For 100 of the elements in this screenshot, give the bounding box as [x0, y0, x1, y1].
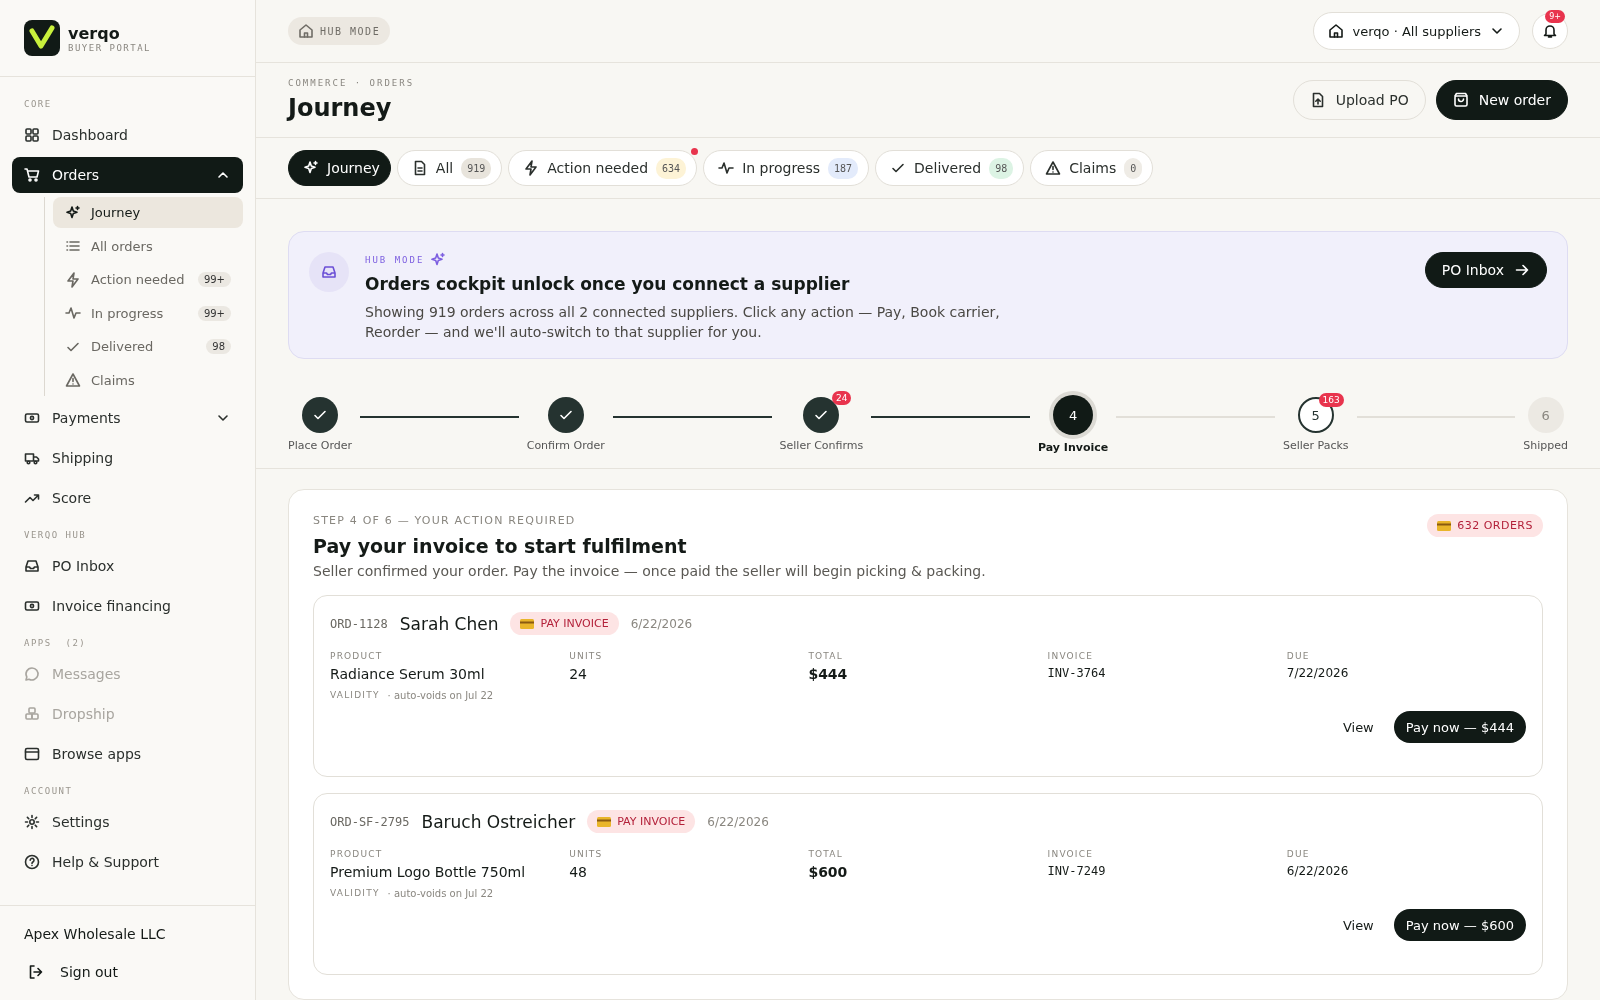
notifications-button[interactable]: 9+ — [1532, 13, 1568, 49]
chat-icon — [24, 665, 40, 682]
nav-item[interactable]: Shipping — [12, 439, 243, 476]
field-label: UNITS — [569, 849, 604, 859]
new-order-button[interactable]: New order — [1435, 80, 1568, 120]
sparkle-icon — [430, 252, 447, 268]
nav-item[interactable]: Payments — [12, 399, 243, 436]
pay-button[interactable]: Pay now — $600 — [1393, 909, 1526, 941]
credit-card-icon — [520, 618, 535, 629]
nav-item[interactable]: Invoice financing — [12, 587, 243, 624]
section-title: VERQO HUB — [23, 528, 88, 542]
inbox-icon — [24, 557, 40, 574]
validity-note: · auto-voids on Jul 22 — [387, 690, 494, 701]
order-date: 6/22/2026 — [707, 814, 769, 829]
nav-subitem[interactable]: All orders — [53, 230, 243, 262]
step-description: Seller confirmed your order. Pay the invoice — once paid the seller will begin picking & packing. — [313, 563, 986, 579]
step-label: Place Order — [288, 439, 352, 452]
grid-icon — [24, 127, 40, 143]
nav-item[interactable]: Browse apps — [12, 735, 243, 772]
section-title: APPS (2) — [23, 636, 88, 650]
window-icon — [24, 745, 40, 762]
supplier-dropdown[interactable]: verqo · All suppliers — [1313, 12, 1520, 50]
step-title: Pay your invoice to start fulfilment — [313, 535, 688, 557]
step-label: Shipped — [1523, 439, 1568, 452]
nav-item[interactable]: Score — [12, 479, 243, 516]
field-value: Premium Logo Bottle 750ml — [330, 864, 527, 880]
nav-item[interactable]: Help & Support — [12, 843, 243, 880]
field-value: 6/22/2026 — [1286, 864, 1350, 878]
field-label: TOTAL — [808, 849, 844, 859]
step-label: Pay Invoice — [1037, 441, 1109, 454]
banner-text: Showing 919 orders across all 2 connected suppliers. Click any action — Pay, Book carrier, Reorder — and we'll auto-switch to that supplier for you. — [365, 303, 1001, 343]
view-button[interactable]: View — [1334, 711, 1382, 743]
help-icon — [24, 853, 40, 870]
count-badge: 99+ — [197, 272, 231, 287]
nav-item[interactable]: Settings — [12, 803, 243, 840]
credit-card-icon — [1437, 520, 1452, 531]
pulse-icon — [65, 305, 81, 321]
validity-note: · auto-voids on Jul 22 — [387, 888, 494, 899]
count-badge: 99+ — [197, 305, 231, 321]
mode-badge: HUB MODE — [288, 17, 391, 45]
upload-button[interactable]: Upload PO — [1292, 80, 1426, 120]
order-id: ORD-1128 — [330, 616, 388, 631]
brand-subtitle: BUYER PORTAL — [68, 42, 152, 53]
bell-icon — [1542, 23, 1558, 39]
credit-card-icon — [597, 816, 612, 827]
count-badge: 98 — [206, 339, 231, 354]
field-value: Radiance Serum 30ml — [330, 666, 486, 682]
nav-item[interactable]: PO Inbox — [12, 547, 243, 584]
field-value: $600 — [808, 864, 849, 880]
tab[interactable]: Journey — [288, 150, 391, 186]
home-icon — [1328, 23, 1345, 39]
nav-item[interactable]: Dashboard — [12, 117, 243, 153]
count-badge: 919 — [461, 157, 492, 179]
field-label: INVOICE — [1047, 849, 1095, 859]
pay-button[interactable]: Pay now — $444 — [1393, 711, 1526, 743]
field-label: DUE — [1286, 651, 1311, 661]
po-inbox-button[interactable]: PO Inbox — [1424, 252, 1547, 288]
tab[interactable]: In progress 187 — [703, 150, 870, 186]
tab[interactable]: Delivered 98 — [875, 150, 1025, 186]
settings-icon — [24, 813, 40, 830]
field-label: UNITS — [569, 651, 604, 661]
sparkle-icon — [303, 160, 319, 176]
step-label: Confirm Order — [526, 439, 605, 452]
step-eyebrow: STEP 4 OF 6 — YOUR ACTION REQUIRED — [313, 514, 577, 527]
step-circle: 4 — [1053, 395, 1094, 435]
field-label: TOTAL — [808, 651, 844, 661]
field-value: 7/22/2026 — [1286, 666, 1350, 680]
sign-out-link[interactable]: Sign out — [24, 956, 231, 988]
nav-subitem[interactable]: Journey — [53, 197, 243, 228]
banner-eyebrow: HUB MODE — [365, 255, 425, 265]
field-value: INV-3764 — [1047, 666, 1107, 680]
status-badge: PAY INVOICE — [587, 810, 696, 833]
nav-item[interactable]: Orders — [12, 157, 243, 193]
pulse-icon — [718, 160, 735, 176]
field-value: 24 — [569, 666, 588, 682]
field-value: 48 — [569, 864, 588, 880]
breadcrumb: COMMERCE · ORDERS — [288, 78, 415, 88]
tab[interactable]: Claims 0 — [1030, 150, 1154, 186]
arrow-right-icon — [1514, 262, 1530, 278]
count-badge: 0 — [1124, 157, 1143, 179]
field-label: INVOICE — [1047, 651, 1095, 661]
step-label: Seller Confirms — [779, 439, 864, 452]
view-button[interactable]: View — [1334, 909, 1382, 941]
order-date: 6/22/2026 — [630, 616, 693, 631]
field-value: INV-7249 — [1047, 864, 1107, 878]
inbox-icon — [309, 252, 349, 292]
account-name: Apex Wholesale LLC — [24, 926, 167, 942]
field-label: VALIDITY — [330, 888, 380, 899]
page-title: Journey — [288, 94, 393, 122]
tab[interactable]: Action needed 634 — [508, 150, 698, 186]
list-icon — [65, 238, 81, 254]
tab[interactable]: All 919 — [396, 150, 503, 186]
notification-badge: 9+ — [1545, 10, 1565, 23]
nav-subitem[interactable]: Delivered 98 — [53, 331, 243, 362]
nav-subitem[interactable]: Action needed 99+ — [53, 264, 243, 295]
field-label: VALIDITY — [330, 690, 380, 701]
nav-subitem[interactable]: In progress 99+ — [53, 297, 243, 329]
home-icon — [298, 23, 314, 39]
logo-icon — [24, 20, 60, 56]
nav-subitem[interactable]: Claims — [53, 364, 243, 396]
